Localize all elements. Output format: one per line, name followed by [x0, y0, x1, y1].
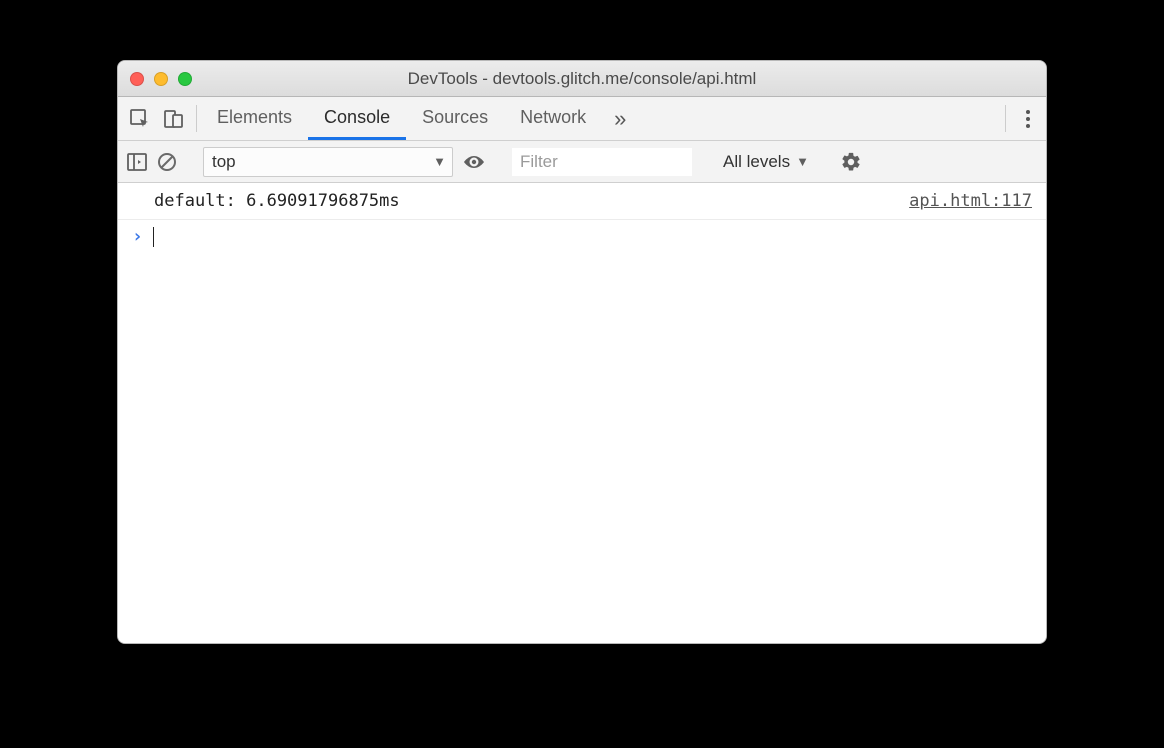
kebab-icon — [1026, 110, 1030, 128]
separator — [196, 105, 197, 132]
console-settings-icon[interactable] — [840, 151, 862, 173]
levels-label: All levels — [723, 152, 790, 172]
chevron-double-right-icon: » — [614, 106, 626, 132]
prompt-caret-icon: › — [132, 226, 143, 247]
panel-tabs-bar: Elements Console Sources Network » — [118, 97, 1046, 141]
close-window-button[interactable] — [130, 72, 144, 86]
tab-console[interactable]: Console — [308, 97, 406, 140]
devtools-window: DevTools - devtools.glitch.me/console/ap… — [117, 60, 1047, 644]
tab-sources[interactable]: Sources — [406, 97, 504, 140]
minimize-window-button[interactable] — [154, 72, 168, 86]
more-options-button[interactable] — [1010, 97, 1046, 140]
tab-label: Network — [520, 107, 586, 128]
live-expression-icon[interactable] — [461, 153, 487, 171]
execution-context-select[interactable]: top ▼ — [203, 147, 453, 177]
tab-label: Sources — [422, 107, 488, 128]
tab-label: Console — [324, 107, 390, 128]
console-prompt[interactable]: › — [118, 220, 1046, 253]
console-sidebar-toggle-icon[interactable] — [126, 151, 148, 173]
zoom-window-button[interactable] — [178, 72, 192, 86]
log-source-link[interactable]: api.html:117 — [909, 191, 1032, 211]
clear-console-icon[interactable] — [156, 151, 178, 173]
titlebar: DevTools - devtools.glitch.me/console/ap… — [118, 61, 1046, 97]
tab-label: Elements — [217, 107, 292, 128]
chevron-down-icon: ▼ — [796, 154, 809, 169]
console-log-entry: default: 6.69091796875ms api.html:117 — [118, 183, 1046, 220]
window-title: DevTools - devtools.glitch.me/console/ap… — [118, 69, 1046, 89]
log-levels-select[interactable]: All levels ▼ — [717, 152, 815, 172]
traffic-lights — [130, 72, 192, 86]
tab-network[interactable]: Network — [504, 97, 602, 140]
tab-elements[interactable]: Elements — [201, 97, 308, 140]
panel-tabs: Elements Console Sources Network — [201, 97, 602, 140]
filter-input[interactable] — [512, 148, 692, 176]
console-output: default: 6.69091796875ms api.html:117 › — [118, 183, 1046, 643]
text-cursor — [153, 227, 155, 247]
tabs-overflow-button[interactable]: » — [602, 97, 638, 140]
context-select-value: top — [212, 152, 236, 172]
log-message: default: 6.69091796875ms — [154, 191, 400, 211]
device-toolbar-icon[interactable] — [162, 107, 186, 131]
console-toolbar: top ▼ All levels ▼ — [118, 141, 1046, 183]
inspect-element-icon[interactable] — [128, 107, 152, 131]
separator — [1005, 105, 1006, 132]
chevron-down-icon: ▼ — [433, 154, 446, 169]
